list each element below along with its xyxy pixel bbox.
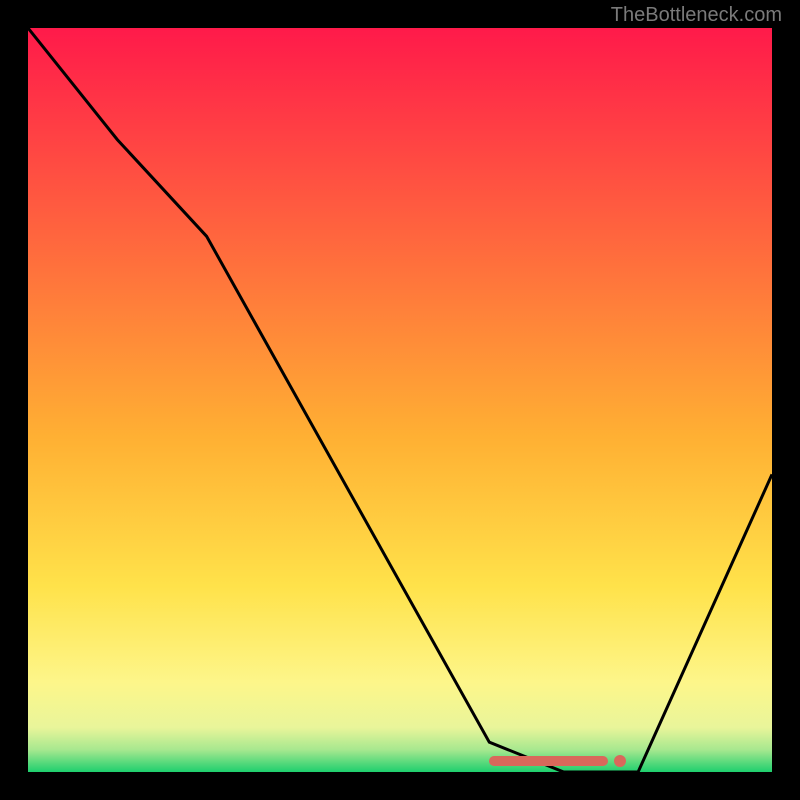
- plot-area: [28, 28, 772, 772]
- bottleneck-curve: [28, 28, 772, 772]
- optimal-range-marker: [489, 756, 608, 766]
- watermark-text: TheBottleneck.com: [611, 4, 782, 27]
